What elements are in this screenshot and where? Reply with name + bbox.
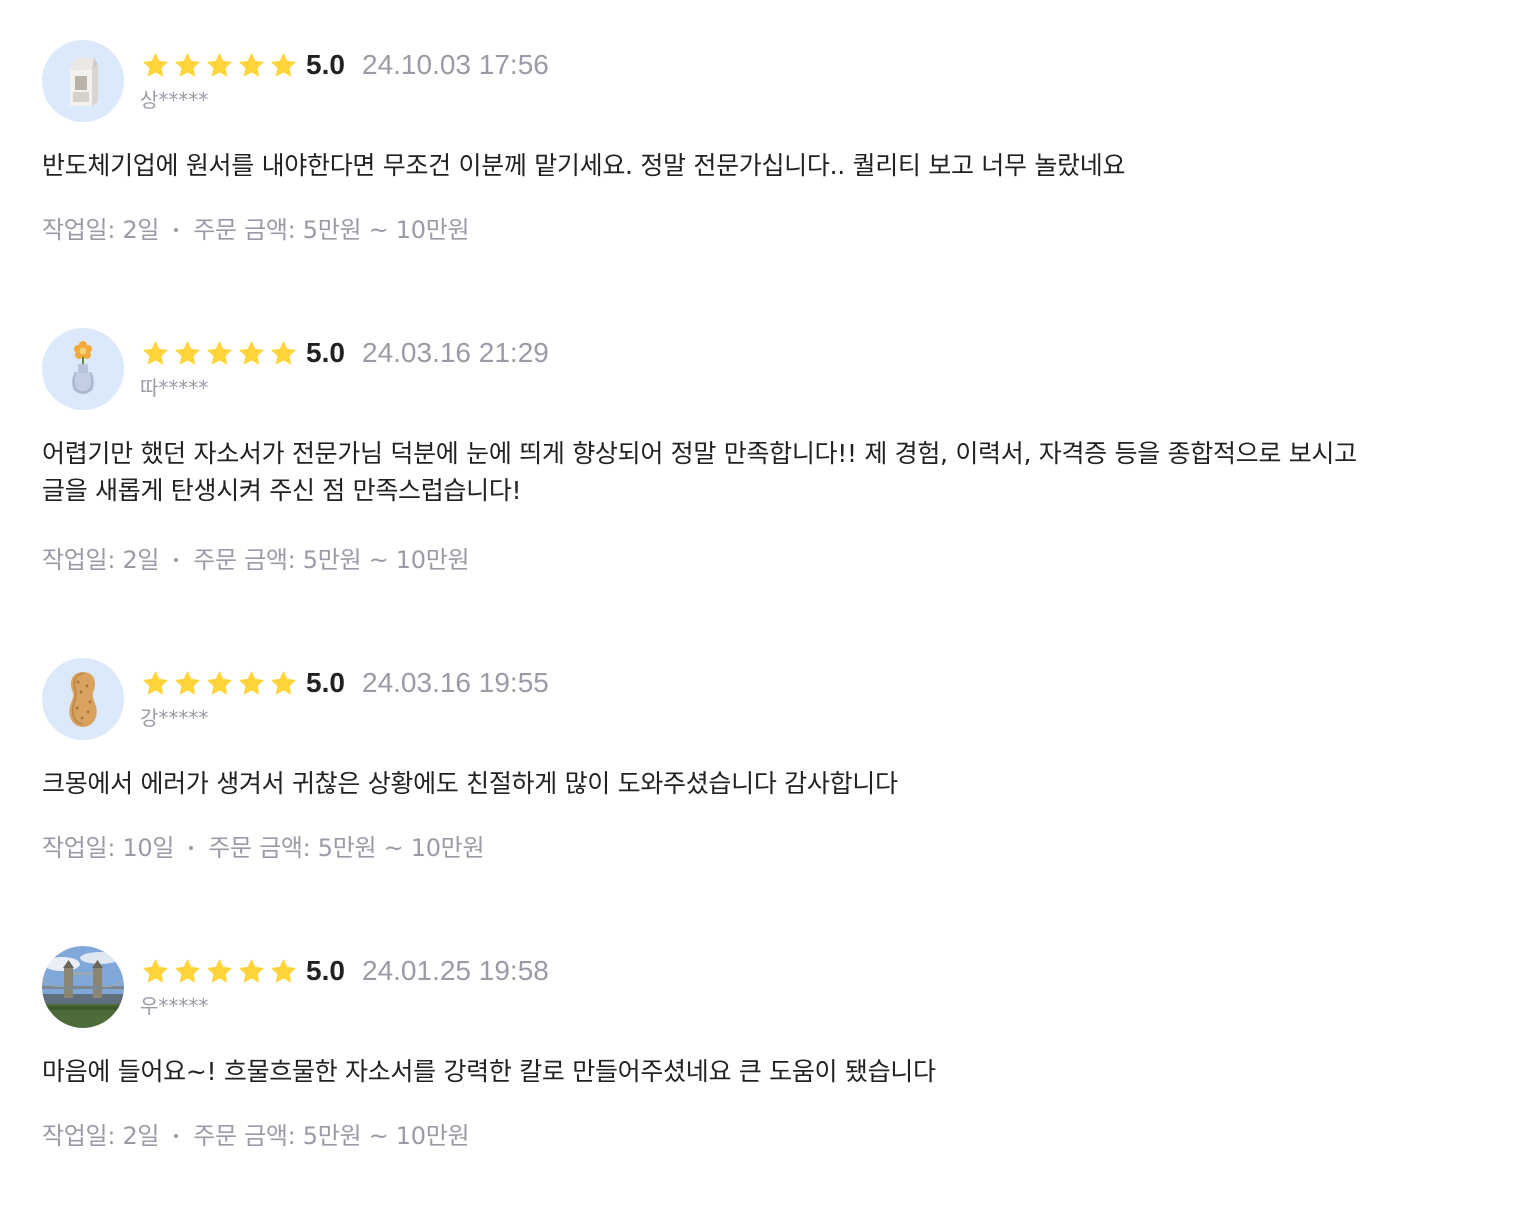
review-item: 5.0 24.03.16 21:29 따***** 어렵기만 했던 자소서가 전… [42, 328, 1482, 590]
review-text: 크몽에서 에러가 생겨서 귀찮은 상황에도 친절하게 많이 도와주셨습니다 감사… [42, 769, 898, 798]
star-icon [140, 668, 171, 699]
reviewer-nickname: 따***** [140, 376, 209, 400]
review-meta: 작업일: 2일 주문 금액: 5만원 ~ 10만원 [42, 213, 470, 247]
star-icon [172, 668, 203, 699]
reviewer-nickname: 강***** [140, 706, 209, 730]
reviewer-nickname: 상***** [140, 88, 209, 112]
separator-dot [174, 558, 179, 562]
flower-vase-icon [42, 328, 124, 410]
work-days: 작업일: 2일 [42, 546, 160, 574]
star-icon [236, 338, 267, 369]
work-days: 작업일: 10일 [42, 834, 175, 862]
star-icon [268, 50, 299, 81]
review-header: 5.0 24.10.03 17:56 상***** [42, 40, 1482, 124]
review-item: 5.0 24.03.16 19:55 강***** 크몽에서 에러가 생겨서 귀… [42, 658, 1482, 878]
review-header: 5.0 24.03.16 19:55 강***** [42, 658, 1482, 742]
star-icon [172, 956, 203, 987]
rating-score: 5.0 [306, 49, 345, 80]
rating-stars [140, 667, 300, 699]
review-meta: 작업일: 2일 주문 금액: 5만원 ~ 10만원 [42, 1119, 470, 1153]
work-days: 작업일: 2일 [42, 1122, 160, 1150]
rating-stars [140, 955, 300, 987]
order-amount: 주문 금액: 5만원 ~ 10만원 [208, 834, 485, 862]
order-amount: 주문 금액: 5만원 ~ 10만원 [193, 1122, 470, 1150]
star-icon [140, 956, 171, 987]
star-icon [268, 956, 299, 987]
review-item: 5.0 24.10.03 17:56 상***** 반도체기업에 원서를 내야한… [42, 40, 1482, 260]
review-item: 5.0 24.01.25 19:58 우***** 마음에 들어요~! 흐물흐물… [42, 946, 1482, 1166]
review-meta: 작업일: 2일 주문 금액: 5만원 ~ 10만원 [42, 543, 470, 577]
milk-carton-icon [42, 40, 124, 122]
rating-score: 5.0 [306, 337, 345, 368]
star-icon [204, 338, 235, 369]
review-date: 24.03.16 21:29 [362, 337, 549, 368]
star-icon [236, 956, 267, 987]
star-icon [140, 50, 171, 81]
star-icon [204, 50, 235, 81]
rating-stars [140, 49, 300, 81]
star-icon [172, 338, 203, 369]
review-header: 5.0 24.03.16 21:29 따***** [42, 328, 1482, 412]
separator-dot [174, 228, 179, 232]
separator-dot [189, 846, 194, 850]
star-icon [140, 338, 171, 369]
peanut-icon [42, 658, 124, 740]
review-text: 마음에 들어요~! 흐물흐물한 자소서를 강력한 칼로 만들어주셨네요 큰 도움… [42, 1057, 936, 1086]
work-days: 작업일: 2일 [42, 216, 160, 244]
review-text: 어렵기만 했던 자소서가 전문가님 덕분에 눈에 띄게 향상되어 정말 만족합니… [42, 439, 1357, 505]
review-date: 24.01.25 19:58 [362, 955, 549, 986]
review-list: 5.0 24.10.03 17:56 상***** 반도체기업에 원서를 내야한… [0, 0, 1526, 1208]
reviewer-nickname: 우***** [140, 994, 209, 1018]
separator-dot [174, 1134, 179, 1138]
order-amount: 주문 금액: 5만원 ~ 10만원 [193, 546, 470, 574]
review-date: 24.10.03 17:56 [362, 49, 549, 80]
star-icon [204, 956, 235, 987]
review-text: 반도체기업에 원서를 내야한다면 무조건 이분께 맡기세요. 정말 전문가십니다… [42, 151, 1126, 180]
star-icon [236, 50, 267, 81]
rating-stars [140, 337, 300, 369]
star-icon [268, 668, 299, 699]
rating-score: 5.0 [306, 667, 345, 698]
review-header: 5.0 24.01.25 19:58 우***** [42, 946, 1482, 1030]
star-icon [204, 668, 235, 699]
review-meta: 작업일: 10일 주문 금액: 5만원 ~ 10만원 [42, 831, 485, 865]
order-amount: 주문 금액: 5만원 ~ 10만원 [193, 216, 470, 244]
star-icon [172, 50, 203, 81]
tower-bridge-photo-icon [42, 946, 124, 1028]
star-icon [268, 338, 299, 369]
rating-score: 5.0 [306, 955, 345, 986]
star-icon [236, 668, 267, 699]
review-date: 24.03.16 19:55 [362, 667, 549, 698]
